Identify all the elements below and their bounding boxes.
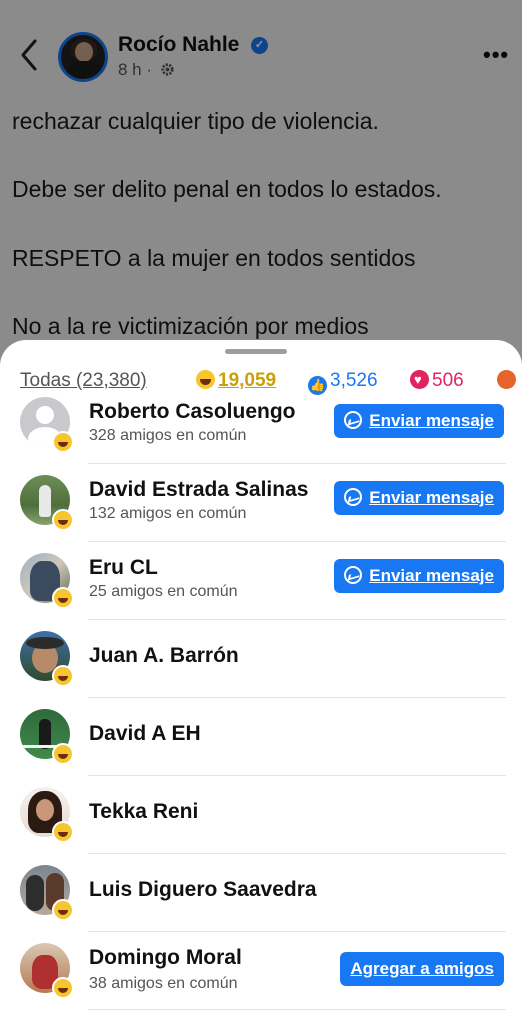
messenger-icon <box>344 411 362 429</box>
reactions-sheet: Todas (23,380) 19,059 👍3,526 506 Roberto… <box>0 340 522 1024</box>
haha-reaction-icon <box>52 665 74 687</box>
haha-reaction-icon <box>52 743 74 765</box>
person-name[interactable]: David A EH <box>89 722 201 746</box>
sheet-grabber[interactable] <box>225 349 287 354</box>
haha-reaction-icon <box>52 821 74 843</box>
button-label: Enviar mensaje <box>369 566 494 585</box>
list-item[interactable]: Eru CL 25 amigos en común Enviar mensaje <box>0 542 522 620</box>
list-item[interactable]: Domingo Moral 38 amigos en común Agregar… <box>0 932 522 1010</box>
person-name[interactable]: David Estrada Salinas <box>89 478 308 502</box>
person-name[interactable]: Domingo Moral <box>89 946 242 970</box>
haha-reaction-icon <box>52 977 74 999</box>
list-item[interactable]: Tekka Reni <box>0 776 522 854</box>
list-item[interactable]: David Estrada Salinas 132 amigos en comú… <box>0 464 522 542</box>
messenger-icon <box>344 566 362 584</box>
haha-reaction-icon <box>52 587 74 609</box>
haha-reaction-icon <box>52 431 74 453</box>
person-name[interactable]: Luis Diguero Saavedra <box>89 878 317 902</box>
list-item[interactable]: Luis Diguero Saavedra <box>0 854 522 932</box>
send-message-button[interactable]: Enviar mensaje <box>334 404 504 438</box>
mutual-friends: 328 amigos en común <box>89 427 246 445</box>
list-item[interactable]: Juan A. Barrón <box>0 620 522 698</box>
send-message-button[interactable]: Enviar mensaje <box>334 559 504 593</box>
haha-reaction-icon <box>52 509 74 531</box>
person-name[interactable]: Tekka Reni <box>89 800 198 824</box>
send-message-button[interactable]: Enviar mensaje <box>334 481 504 515</box>
mutual-friends: 25 amigos en común <box>89 583 238 601</box>
mutual-friends: 132 amigos en común <box>89 505 246 523</box>
divider <box>88 1009 506 1010</box>
haha-reaction-icon <box>52 899 74 921</box>
person-name[interactable]: Eru CL <box>89 556 158 580</box>
list-item[interactable]: David A EH <box>0 698 522 776</box>
person-name[interactable]: Juan A. Barrón <box>89 644 239 668</box>
person-name[interactable]: Roberto Casoluengo <box>89 400 296 424</box>
mutual-friends: 38 amigos en común <box>89 975 238 993</box>
messenger-icon <box>344 488 362 506</box>
button-label: Enviar mensaje <box>369 488 494 507</box>
button-label: Enviar mensaje <box>369 411 494 430</box>
add-friend-button[interactable]: Agregar a amigos <box>340 952 504 986</box>
list-item[interactable]: Roberto Casoluengo 328 amigos en común E… <box>0 386 522 464</box>
